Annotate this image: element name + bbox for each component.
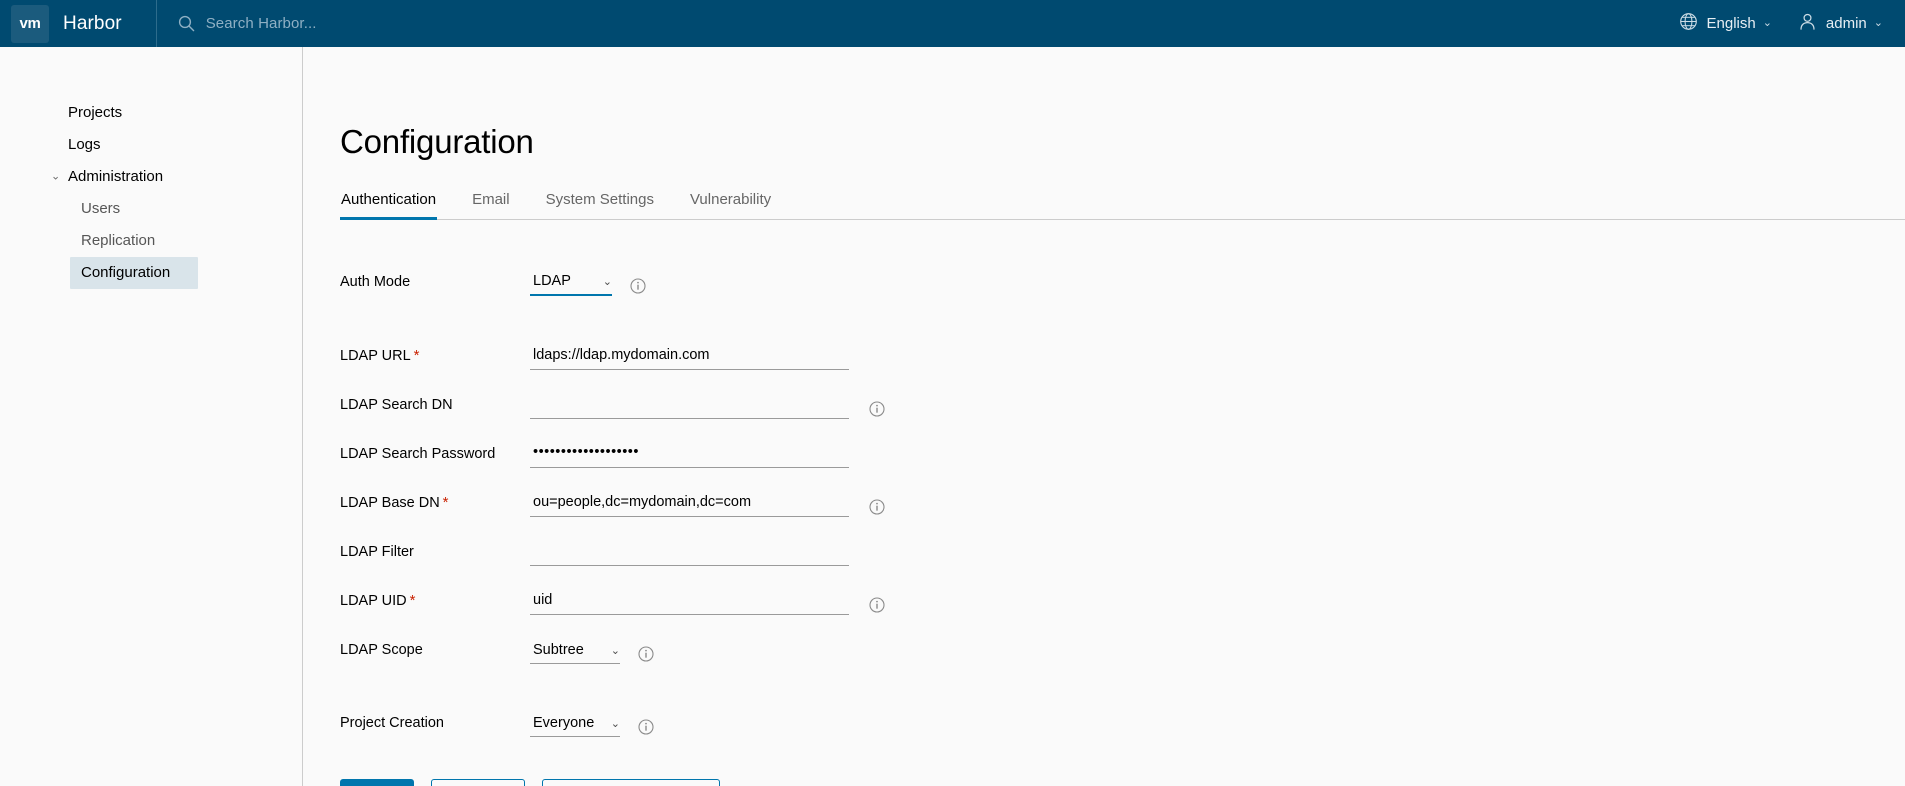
auth-mode-label: Auth Mode bbox=[340, 274, 411, 290]
required-marker: * bbox=[413, 347, 420, 364]
ldap-search-password-label: LDAP Search Password bbox=[340, 446, 496, 462]
form-row-ldap-scope: LDAP Scope Subtree ⌄ bbox=[340, 615, 1905, 664]
ldap-filter-input[interactable] bbox=[530, 541, 849, 566]
sidebar-item-projects[interactable]: Projects bbox=[0, 97, 302, 129]
auth-mode-value: LDAP bbox=[533, 273, 571, 289]
search-placeholder: Search Harbor... bbox=[205, 15, 317, 32]
page-title: Configuration bbox=[340, 123, 534, 160]
sidebar-item-logs[interactable]: Logs bbox=[0, 129, 302, 161]
auth-mode-select[interactable]: LDAP ⌄ bbox=[530, 271, 612, 296]
search-icon bbox=[178, 15, 195, 32]
form-row-auth-mode: Auth Mode LDAP ⌄ bbox=[340, 247, 1905, 296]
tab-system-settings[interactable]: System Settings bbox=[545, 187, 655, 220]
ldap-search-dn-label: LDAP Search DN bbox=[340, 397, 453, 413]
tab-vulnerability[interactable]: Vulnerability bbox=[689, 187, 772, 220]
authentication-form: Auth Mode LDAP ⌄ LDAP URL * ldaps://ldap… bbox=[340, 247, 1905, 786]
ldap-filter-label: LDAP Filter bbox=[340, 544, 414, 560]
sidebar-item-label: Projects bbox=[68, 104, 123, 121]
ldap-uid-input[interactable] bbox=[530, 590, 849, 615]
chevron-down-icon: ⌄ bbox=[610, 645, 620, 657]
form-row-ldap-search-dn: LDAP Search DN bbox=[340, 370, 1905, 419]
language-selector[interactable]: English ⌄ bbox=[1679, 12, 1772, 35]
ldap-uid-label: LDAP UID * bbox=[340, 592, 530, 615]
tab-label: System Settings bbox=[545, 191, 654, 208]
header-divider bbox=[155, 0, 157, 47]
sidebar-item-administration[interactable]: ⌄ Administration bbox=[0, 161, 302, 193]
form-row-ldap-base-dn: LDAP Base DN * bbox=[340, 468, 1905, 517]
project-creation-value: Everyone bbox=[533, 715, 595, 731]
ldap-base-dn-input[interactable] bbox=[530, 492, 849, 517]
tab-label: Vulnerability bbox=[689, 191, 772, 208]
main-content: Configuration Authentication Email Syste… bbox=[303, 47, 1905, 786]
sidebar-nav: Projects Logs ⌄ Administration Users Rep… bbox=[0, 47, 303, 786]
header-actions: English ⌄ admin ⌄ bbox=[1653, 0, 1883, 47]
ldap-scope-select[interactable]: Subtree ⌄ bbox=[530, 639, 620, 664]
config-tabs: Authentication Email System Settings Vul… bbox=[340, 187, 1905, 220]
ldap-base-dn-label: LDAP Base DN * bbox=[340, 494, 530, 517]
ldap-scope-label: LDAP Scope bbox=[340, 642, 423, 658]
user-menu[interactable]: admin ⌄ bbox=[1798, 12, 1883, 35]
chevron-down-icon: ⌄ bbox=[1762, 17, 1772, 29]
sidebar-item-configuration[interactable]: Configuration bbox=[70, 257, 198, 289]
user-label: admin bbox=[1825, 15, 1867, 32]
ldap-base-dn-label-text: LDAP Base DN bbox=[340, 495, 440, 511]
search-input[interactable]: Search Harbor... bbox=[178, 15, 317, 32]
sidebar-item-users[interactable]: Users bbox=[0, 193, 302, 225]
save-button[interactable]: SAVE bbox=[340, 779, 415, 786]
chevron-down-icon: ⌄ bbox=[51, 170, 61, 183]
sidebar-item-label: Users bbox=[81, 200, 121, 217]
logo-text: vm bbox=[19, 15, 41, 32]
info-icon[interactable] bbox=[638, 646, 654, 664]
chevron-down-icon: ⌄ bbox=[602, 276, 612, 288]
required-marker: * bbox=[409, 592, 416, 609]
form-actions: SAVE CANCEL TEST LDAP SERVER bbox=[340, 779, 1905, 786]
brand-title: Harbor bbox=[63, 12, 122, 34]
globe-icon bbox=[1679, 12, 1698, 35]
form-row-ldap-search-password: LDAP Search Password ••••••••••••••••••• bbox=[340, 419, 1905, 468]
sidebar-item-label: Configuration bbox=[81, 264, 171, 281]
ldap-uid-label-text: LDAP UID bbox=[340, 593, 407, 609]
form-row-ldap-filter: LDAP Filter bbox=[340, 517, 1905, 566]
sidebar-item-replication[interactable]: Replication bbox=[0, 225, 302, 257]
info-icon[interactable] bbox=[630, 278, 646, 296]
user-icon bbox=[1798, 12, 1817, 35]
info-icon[interactable] bbox=[869, 499, 885, 517]
project-creation-label: Project Creation bbox=[340, 715, 444, 731]
language-label: English bbox=[1706, 15, 1756, 32]
tab-label: Authentication bbox=[341, 191, 437, 208]
test-ldap-server-button[interactable]: TEST LDAP SERVER bbox=[542, 779, 720, 786]
ldap-search-password-input[interactable]: ••••••••••••••••••• bbox=[530, 443, 849, 468]
required-marker: * bbox=[442, 494, 449, 511]
tab-email[interactable]: Email bbox=[471, 187, 511, 220]
chevron-down-icon: ⌄ bbox=[1873, 17, 1883, 29]
body-wrapper: Projects Logs ⌄ Administration Users Rep… bbox=[0, 47, 1905, 786]
sidebar-item-label: Administration bbox=[68, 168, 164, 185]
form-row-ldap-url: LDAP URL * bbox=[340, 321, 1905, 370]
cancel-button[interactable]: CANCEL bbox=[431, 779, 526, 786]
app-header: vm Harbor Search Harbor... English ⌄ adm… bbox=[0, 0, 1905, 47]
sidebar-item-label: Logs bbox=[68, 136, 101, 153]
tab-authentication[interactable]: Authentication bbox=[340, 187, 438, 220]
sidebar-item-label: Replication bbox=[81, 232, 156, 249]
info-icon[interactable] bbox=[638, 719, 654, 737]
project-creation-select[interactable]: Everyone ⌄ bbox=[530, 712, 620, 737]
info-icon[interactable] bbox=[869, 597, 885, 615]
harbor-logo: vm bbox=[11, 4, 49, 43]
ldap-url-input[interactable] bbox=[530, 345, 849, 370]
ldap-url-label: LDAP URL * bbox=[340, 347, 530, 370]
ldap-url-label-text: LDAP URL bbox=[340, 348, 411, 364]
form-row-project-creation: Project Creation Everyone ⌄ bbox=[340, 688, 1905, 737]
tab-label: Email bbox=[472, 191, 510, 208]
chevron-down-icon: ⌄ bbox=[610, 718, 620, 730]
password-mask: ••••••••••••••••••• bbox=[533, 444, 639, 460]
form-row-ldap-uid: LDAP UID * bbox=[340, 566, 1905, 615]
ldap-search-dn-input[interactable] bbox=[530, 394, 849, 419]
info-icon[interactable] bbox=[869, 401, 885, 419]
ldap-scope-value: Subtree bbox=[533, 642, 584, 658]
